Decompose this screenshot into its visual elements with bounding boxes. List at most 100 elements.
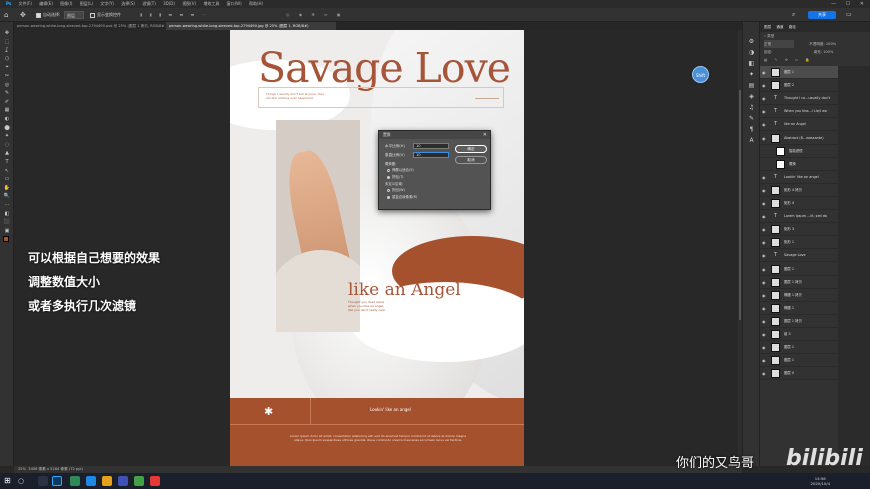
layer-row[interactable]: ◉ 椭圆 1 拷贝 [760, 289, 838, 302]
visibility-eye-icon[interactable]: ◉ [762, 354, 766, 366]
menu-help[interactable]: 帮助(H) [249, 0, 263, 8]
tool-icon-4[interactable]: ⌖ [3, 64, 11, 70]
visibility-eye-icon[interactable]: ◉ [762, 367, 766, 379]
align-icons[interactable]: ▮ ▮ ▮ ▬ ▬ ▬ ⋯ [140, 8, 209, 22]
document-canvas[interactable]: Savage Love Things I usually don't tell … [230, 30, 524, 470]
tool-icon-8[interactable]: ✐ [3, 99, 11, 105]
layer-filter[interactable]: ⌕ 类型 [760, 32, 870, 40]
zoom-level[interactable]: 25% [18, 467, 26, 471]
menu-window[interactable]: 窗口(W) [227, 0, 242, 8]
tool-icon-21[interactable]: ◧ [3, 211, 11, 217]
visibility-eye-icon[interactable]: ◉ [762, 302, 766, 314]
tile-option[interactable]: 拼贴(T) [387, 174, 404, 179]
menu-edit[interactable]: 编辑(E) [39, 0, 53, 8]
taskbar-clock[interactable]: 14:56 2020/10/4 [811, 476, 830, 486]
layer-row[interactable]: ◉ 图层 1 [760, 66, 838, 79]
visibility-eye-icon[interactable]: ◉ [762, 132, 766, 144]
menu-type[interactable]: 文字(Y) [100, 0, 114, 8]
menu-layer[interactable]: 图层(L) [80, 0, 93, 8]
scrollbar-thumb[interactable] [739, 90, 741, 320]
panel-strip-icon-4[interactable]: ▤ [747, 82, 756, 90]
layer-row[interactable]: ◉ 图层 2 [760, 79, 838, 93]
tool-icon-6[interactable]: ◎ [3, 82, 11, 88]
tool-icon-16[interactable]: ↖ [3, 168, 11, 174]
horizontal-scale-input[interactable]: 10 [413, 143, 449, 149]
layer-row[interactable]: 智能滤镜 [760, 145, 838, 158]
layer-row[interactable]: ◉ 图层 1 [760, 263, 838, 276]
photoshop-taskbar-icon[interactable] [52, 476, 62, 486]
tool-icon-10[interactable]: ◐ [3, 116, 11, 122]
menu-plugins[interactable]: 增效工具 [203, 0, 219, 8]
menu-select[interactable]: 选择(S) [121, 0, 135, 8]
layer-row[interactable]: ◉ T Thought I co...usually don't [760, 92, 838, 106]
app-icon[interactable] [86, 476, 96, 486]
search-taskbar-icon[interactable]: ○ [18, 476, 28, 486]
repeat-option[interactable]: 重复边缘像素(R) [387, 194, 417, 199]
visibility-eye-icon[interactable]: ◉ [762, 79, 766, 91]
visibility-eye-icon[interactable]: ◉ [762, 171, 766, 183]
show-transform-checkbox[interactable] [90, 13, 95, 18]
layer-row[interactable]: ◉ 图层 1 拷贝 [760, 315, 838, 328]
share-button[interactable]: 共享 [808, 11, 836, 19]
layer-row[interactable]: ◉ 图层 1 拷贝 [760, 276, 838, 289]
cancel-button[interactable]: 取消 [455, 156, 487, 164]
workspace-icon[interactable]: ▭ [846, 8, 852, 22]
lock-icons[interactable]: ▦ ✎ ✥ ▭ 🔒 [760, 56, 870, 64]
layer-row[interactable]: ◉ 矩形 3 [760, 223, 838, 237]
home-icon[interactable]: ⌂ [4, 8, 8, 22]
visibility-eye-icon[interactable]: ◉ [762, 236, 766, 248]
layer-row[interactable]: ◉ 矩形 1 [760, 236, 838, 250]
visibility-eye-icon[interactable]: ◉ [762, 263, 766, 275]
panel-strip-icon-6[interactable]: ♫ [747, 104, 756, 112]
panel-strip-icon-8[interactable]: ¶ [747, 126, 756, 134]
layer-row[interactable]: ◉ 图层 1 [760, 341, 838, 355]
tool-icon-23[interactable]: ▣ [3, 228, 11, 234]
tool-icon-3[interactable]: ⬡ [3, 56, 11, 62]
tool-icon-20[interactable]: ⋯ [3, 202, 11, 208]
layer-row[interactable]: 置换 [760, 158, 838, 171]
tool-icon-9[interactable]: ▦ [3, 107, 11, 113]
window-controls[interactable]: — ☐ ✕ [831, 0, 868, 8]
panel-strip-icon-3[interactable]: ✦ [747, 71, 756, 79]
fill-field[interactable]: 填充: 100% [814, 50, 834, 54]
folder-icon[interactable] [102, 476, 112, 486]
panel-strip-icon-7[interactable]: ✎ [747, 115, 756, 123]
tab-channels[interactable]: 通道 [776, 25, 783, 29]
search-icon[interactable]: ⌕ [792, 8, 795, 22]
auto-select-checkbox[interactable] [36, 13, 41, 18]
vertical-scale-input[interactable]: 10 [413, 152, 449, 158]
layer-row[interactable]: ◉ T Lookin' like an angel [760, 171, 838, 184]
visibility-eye-icon[interactable]: ◉ [762, 66, 766, 78]
panel-strip-icon-1[interactable]: ◑ [747, 49, 756, 57]
visibility-eye-icon[interactable]: ◉ [762, 328, 766, 340]
tab-jpg[interactable]: person-wearing-white-long-sleeved-top-27… [166, 22, 336, 30]
tool-icon-11[interactable]: ⬤ [3, 125, 11, 131]
ok-button[interactable]: 确定 [455, 145, 487, 153]
visibility-eye-icon[interactable]: ◉ [762, 249, 766, 261]
foreground-color-swatch[interactable] [3, 236, 9, 242]
task-view-icon[interactable] [38, 476, 48, 486]
visibility-eye-icon[interactable]: ◉ [762, 223, 766, 235]
menu-3d[interactable]: 3D(D) [163, 0, 175, 8]
panel-strip-icon-0[interactable]: ⚙ [747, 38, 756, 46]
tool-icon-17[interactable]: ▭ [3, 176, 11, 182]
visibility-eye-icon[interactable]: ◉ [762, 197, 766, 209]
tool-icon-7[interactable]: ✎ [3, 90, 11, 96]
visibility-eye-icon[interactable]: ◉ [762, 276, 766, 288]
layer-row[interactable]: ◉ T Savage Love [760, 249, 838, 263]
tool-icon-5[interactable]: ✂ [3, 73, 11, 79]
layer-row[interactable]: ◉ 椭圆 1 [760, 302, 838, 315]
tab-layers[interactable]: 图层 [764, 25, 771, 29]
visibility-eye-icon[interactable]: ◉ [762, 184, 766, 196]
opacity-field[interactable]: 不透明度: 100% [809, 42, 836, 46]
wrap-option[interactable]: 折回(W) [387, 187, 405, 192]
tool-icon-0[interactable]: ✥ [3, 30, 11, 36]
tool-icon-14[interactable]: ▲ [3, 150, 11, 156]
ps-logo[interactable]: Ps [6, 0, 11, 8]
layer-row[interactable]: ◉ 组 5 [760, 328, 838, 341]
visibility-eye-icon[interactable]: ◉ [762, 92, 766, 104]
layer-row[interactable]: ◉ 图层 1 [760, 354, 838, 368]
visibility-eye-icon[interactable]: ◉ [762, 210, 766, 222]
layer-row[interactable]: ◉ 矩形 4 [760, 197, 838, 210]
menu-image[interactable]: 图像(I) [60, 0, 72, 8]
